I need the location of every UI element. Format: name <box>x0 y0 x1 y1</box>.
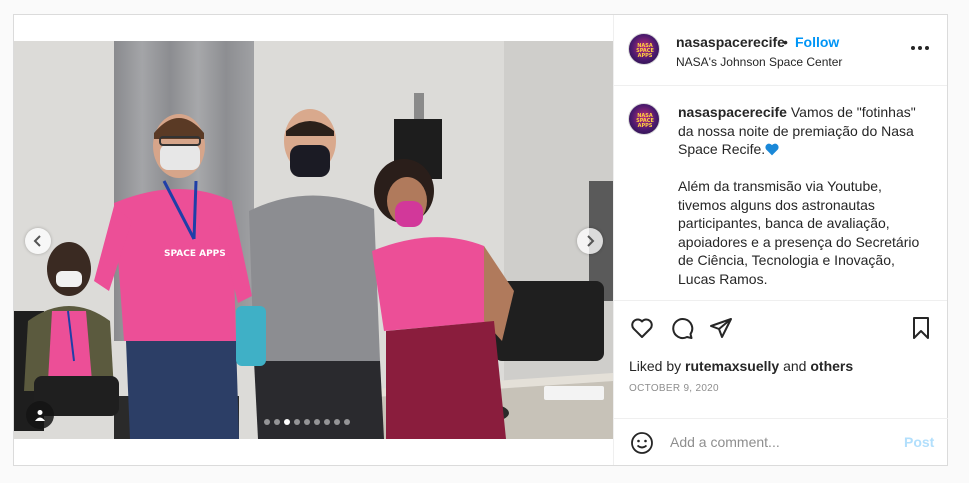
caption-avatar[interactable]: NASA SPACE APPS <box>628 103 660 135</box>
carousel-dot <box>294 419 300 425</box>
carousel-indicators <box>264 419 350 425</box>
liked-by-user-link[interactable]: rutemaxsuelly <box>685 358 779 374</box>
post-media: SPACE APPS <box>14 15 613 465</box>
like-icon[interactable] <box>630 316 654 340</box>
carousel-dot-active <box>284 419 290 425</box>
header-separator: • <box>783 34 788 50</box>
chevron-left-icon <box>33 235 41 247</box>
post-photo: SPACE APPS <box>14 41 613 439</box>
comment-icon[interactable] <box>670 316 694 340</box>
carousel-dot <box>314 419 320 425</box>
caption-section: NASA SPACE APPS nasaspacerecife Vamos de… <box>614 86 947 301</box>
comment-box: Post <box>614 418 948 465</box>
carousel-dot <box>324 419 330 425</box>
carousel-dot <box>274 419 280 425</box>
emoji-icon[interactable] <box>630 431 654 455</box>
post-header: NASA SPACE APPS nasaspacerecife • Follow… <box>614 15 947 86</box>
tag-icon <box>35 410 45 421</box>
post-comment-button[interactable]: Post <box>904 434 934 450</box>
post-sidebar: NASA SPACE APPS nasaspacerecife • Follow… <box>613 15 948 465</box>
carousel-prev-button[interactable] <box>25 228 51 254</box>
carousel-dot <box>344 419 350 425</box>
post-date[interactable]: OCTOBER 9, 2020 <box>629 383 719 394</box>
likes-prefix: Liked by <box>629 358 682 374</box>
avatar-logo-text: NASA SPACE APPS <box>636 43 654 59</box>
caption-username[interactable]: nasaspacerecife <box>678 104 787 120</box>
avatar-logo-text: NASA SPACE APPS <box>636 113 654 129</box>
chevron-right-icon <box>587 235 595 247</box>
carousel-next-button[interactable] <box>577 228 603 254</box>
carousel-dot <box>304 419 310 425</box>
post-card: SPACE APPS NASA SPACE APPS nasaspacereci… <box>13 14 948 466</box>
liked-by-others-link[interactable]: others <box>810 358 853 374</box>
save-icon[interactable] <box>909 316 933 340</box>
more-options-icon[interactable] <box>911 46 929 50</box>
svg-text:SPACE APPS: SPACE APPS <box>164 249 226 259</box>
post-caption: nasaspacerecife Vamos de "fotinhas" da n… <box>678 103 928 288</box>
likes-conjunction: and <box>783 358 807 374</box>
author-avatar[interactable]: NASA SPACE APPS <box>628 33 660 65</box>
likes-summary: Liked by rutemaxsuelly and others <box>629 358 853 374</box>
carousel-dot <box>264 419 270 425</box>
follow-button[interactable]: Follow <box>795 34 839 50</box>
tagged-users-button[interactable] <box>26 401 54 429</box>
author-username[interactable]: nasaspacerecife <box>676 34 785 50</box>
share-icon[interactable] <box>709 316 733 340</box>
comment-input[interactable] <box>670 431 890 453</box>
post-actions: Liked by rutemaxsuelly and others OCTOBE… <box>614 301 947 419</box>
carousel-dot <box>334 419 340 425</box>
post-location[interactable]: NASA's Johnson Space Center <box>676 55 842 69</box>
caption-body: Além da transmisão via Youtube, tivemos … <box>678 178 920 287</box>
blue-heart-icon <box>765 143 779 156</box>
